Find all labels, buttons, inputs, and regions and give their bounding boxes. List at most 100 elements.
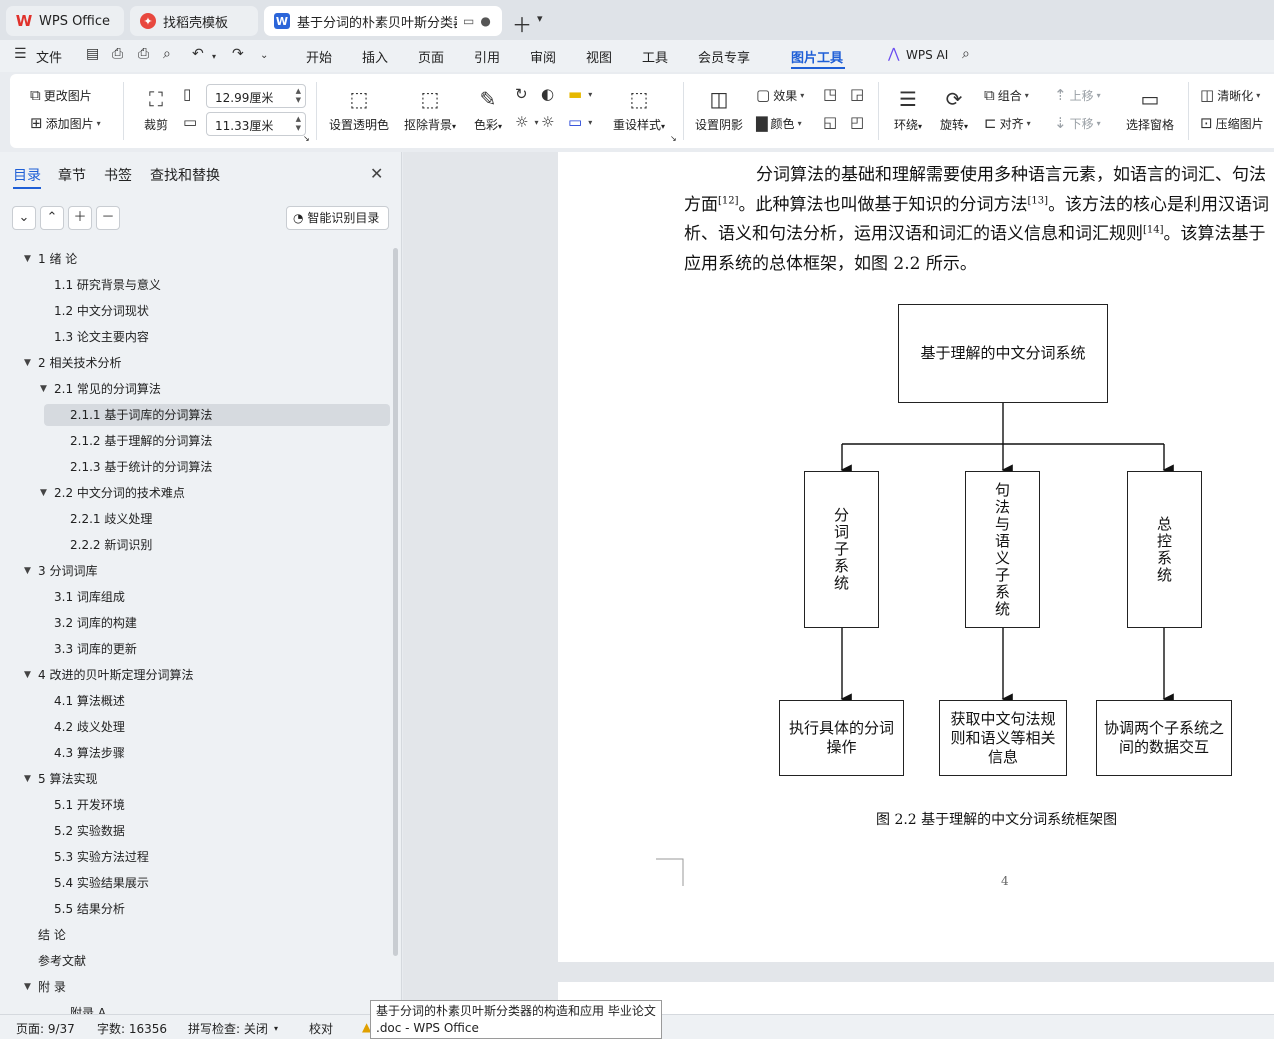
tab-find-replace[interactable]: 查找和替换: [150, 165, 220, 185]
tab-dot-icon[interactable]: ●: [480, 14, 490, 28]
chevron-down-icon[interactable]: ▾: [274, 1024, 278, 1033]
spinner-arrows-icon[interactable]: ▲ ▼: [296, 115, 301, 133]
undo-icon[interactable]: ↶: [192, 46, 204, 62]
chevron-down-icon[interactable]: ▾: [537, 12, 543, 25]
menu-insert[interactable]: 插入: [362, 47, 388, 66]
remove-heading-button[interactable]: －: [96, 206, 120, 230]
align-button[interactable]: ⊏ 对齐 ▾: [984, 115, 1031, 132]
shadow-right-icon[interactable]: ◰: [850, 115, 867, 130]
toc-expand-triangle-icon[interactable]: ▼: [24, 774, 31, 784]
dialog-launcher-icon[interactable]: ↘: [303, 134, 310, 143]
toc-item[interactable]: 2.1.3 基于统计的分词算法: [70, 456, 212, 478]
spinner-arrows-icon[interactable]: ▲ ▼: [296, 87, 301, 105]
toc-item[interactable]: 4.1 算法概述: [54, 690, 125, 712]
toc-item[interactable]: 1.2 中文分词现状: [54, 300, 149, 322]
toc-item[interactable]: 1.1 研究背景与意义: [54, 274, 161, 296]
reset-style-button[interactable]: ⬚ 重设样式▾: [608, 86, 670, 133]
shadow-offset-up-icon[interactable]: ◳: [823, 87, 840, 102]
menu-member[interactable]: 会员专享: [698, 47, 750, 66]
tab-bookmarks[interactable]: 书签: [104, 165, 132, 185]
wrap-button[interactable]: ☰ 环绕▾: [888, 86, 928, 133]
remove-background-button[interactable]: ⬚ 抠除背景▾: [400, 86, 460, 133]
menu-wps-ai[interactable]: WPS AI: [906, 48, 948, 62]
width-field[interactable]: 12.99厘米 ▲ ▼: [206, 84, 306, 108]
toc-expand-triangle-icon[interactable]: ▼: [40, 488, 47, 498]
toc-item[interactable]: 5.4 实验结果展示: [54, 872, 149, 894]
diagram-root-box[interactable]: 基于理解的中文分词系统: [898, 304, 1108, 403]
diagram-output-box[interactable]: 获取中文句法规则和语义等相关信息: [939, 700, 1067, 776]
more-chevron-icon[interactable]: ⌄: [260, 50, 268, 61]
menu-reference[interactable]: 引用: [474, 47, 500, 66]
status-page[interactable]: 页面: 9/37: [16, 1020, 75, 1037]
toc-expand-triangle-icon[interactable]: ▼: [24, 254, 31, 264]
toc-item[interactable]: 4.3 算法步骤: [54, 742, 125, 764]
toc-item[interactable]: 3.2 词库的构建: [54, 612, 137, 634]
menu-review[interactable]: 审阅: [530, 47, 556, 66]
set-transparent-button[interactable]: ⬚ 设置透明色: [328, 86, 390, 133]
sharpen-button[interactable]: ◫ 清晰化 ▾: [1200, 87, 1260, 104]
color-mode-button[interactable]: ✎ 色彩▾: [468, 86, 508, 133]
menu-view[interactable]: 视图: [586, 47, 612, 66]
close-icon[interactable]: ✕: [370, 164, 383, 183]
new-tab-button[interactable]: ＋: [512, 9, 532, 38]
selection-pane-button[interactable]: ▭ 选择窗格: [1122, 86, 1178, 133]
toc-item[interactable]: 3 分词词库: [38, 560, 97, 582]
search-icon[interactable]: ⌕: [962, 46, 970, 62]
monitor-icon[interactable]: ▭: [463, 14, 474, 28]
diagram-output-box[interactable]: 协调两个子系统之间的数据交互: [1096, 700, 1232, 776]
collapse-all-button[interactable]: ⌄: [12, 206, 36, 230]
toc-item[interactable]: 2.2.1 歧义处理: [70, 508, 152, 530]
add-picture-button[interactable]: ⊞ 添加图片 ▾: [30, 115, 101, 132]
save-icon[interactable]: ▤: [86, 46, 99, 62]
menu-page[interactable]: 页面: [418, 47, 444, 66]
brightness-down-icon[interactable]: ☼: [541, 115, 557, 130]
toc-item[interactable]: 参考文献: [38, 950, 86, 972]
crop-button[interactable]: ⛶ 裁剪: [138, 86, 174, 133]
rotate-ccw-icon[interactable]: ↻: [515, 87, 531, 102]
tab-document[interactable]: W 基于分词的朴素贝叶斯分类器的构造和应用 ▭ ●: [264, 6, 502, 36]
diagram-subsystem-box[interactable]: 句法与语义子系统: [965, 471, 1040, 628]
hamburger-icon[interactable]: ☰: [14, 46, 27, 62]
toc-item[interactable]: 2.1 常见的分词算法: [54, 378, 161, 400]
group-button[interactable]: ⧉ 组合 ▾: [984, 87, 1029, 104]
toc-expand-triangle-icon[interactable]: ▼: [24, 670, 31, 680]
toc-item[interactable]: 2.1.1 基于词库的分词算法: [70, 404, 212, 426]
smart-toc-button[interactable]: ◔ 智能识别目录: [286, 206, 389, 230]
toc-item[interactable]: 2.2 中文分词的技术难点: [54, 482, 185, 504]
toc-item[interactable]: 结 论: [38, 924, 66, 946]
border-color-button[interactable]: ▭ ▾: [568, 115, 592, 130]
toc-expand-triangle-icon[interactable]: ▼: [24, 982, 31, 992]
toc-item[interactable]: 2 相关技术分析: [38, 352, 121, 374]
add-heading-button[interactable]: ＋: [68, 206, 92, 230]
toc-item[interactable]: 5.5 结果分析: [54, 898, 125, 920]
toc-item[interactable]: 1.3 论文主要内容: [54, 326, 149, 348]
change-picture-button[interactable]: ⧉ 更改图片: [30, 87, 92, 104]
tab-chapters[interactable]: 章节: [58, 165, 86, 185]
height-field[interactable]: 11.33厘米 ▲ ▼: [206, 112, 306, 136]
highlight-color-button[interactable]: ▬ ▾: [568, 87, 592, 102]
toc-item[interactable]: 5.1 开发环境: [54, 794, 125, 816]
diagram-subsystem-box[interactable]: 分词子系统: [804, 471, 879, 628]
toc-scrollbar[interactable]: [393, 248, 398, 956]
menu-picture-tools[interactable]: 图片工具: [791, 47, 843, 66]
shadow-left-icon[interactable]: ◱: [823, 115, 840, 130]
toc-expand-triangle-icon[interactable]: ▼: [24, 358, 31, 368]
status-spell-check[interactable]: 拼写检查: 关闭: [188, 1020, 268, 1037]
compress-picture-button[interactable]: ⊡ 压缩图片: [1200, 115, 1264, 132]
print-icon[interactable]: ⎙: [138, 46, 149, 62]
diagram-output-box[interactable]: 执行具体的分词操作: [779, 700, 904, 776]
contrast-icon[interactable]: ◐: [541, 87, 557, 102]
rotate-button[interactable]: ⟳ 旋转▾: [934, 86, 974, 133]
dialog-launcher-icon[interactable]: ↘: [670, 134, 677, 143]
menu-tools[interactable]: 工具: [642, 47, 668, 66]
expand-up-button[interactable]: ⌃: [40, 206, 64, 230]
toc-item[interactable]: 附 录: [38, 976, 66, 998]
toc-item[interactable]: 附录 A: [70, 1002, 106, 1014]
tab-template[interactable]: ✦ 找稻壳模板: [130, 6, 258, 36]
toc-expand-triangle-icon[interactable]: ▼: [40, 384, 47, 394]
toc-item[interactable]: 4.2 歧义处理: [54, 716, 125, 738]
toc-item[interactable]: 5.2 实验数据: [54, 820, 125, 842]
toc-item[interactable]: 3.1 词库组成: [54, 586, 125, 608]
brightness-up-icon[interactable]: ☼ ▾: [515, 115, 538, 130]
export-icon[interactable]: ⎙: [112, 46, 123, 62]
